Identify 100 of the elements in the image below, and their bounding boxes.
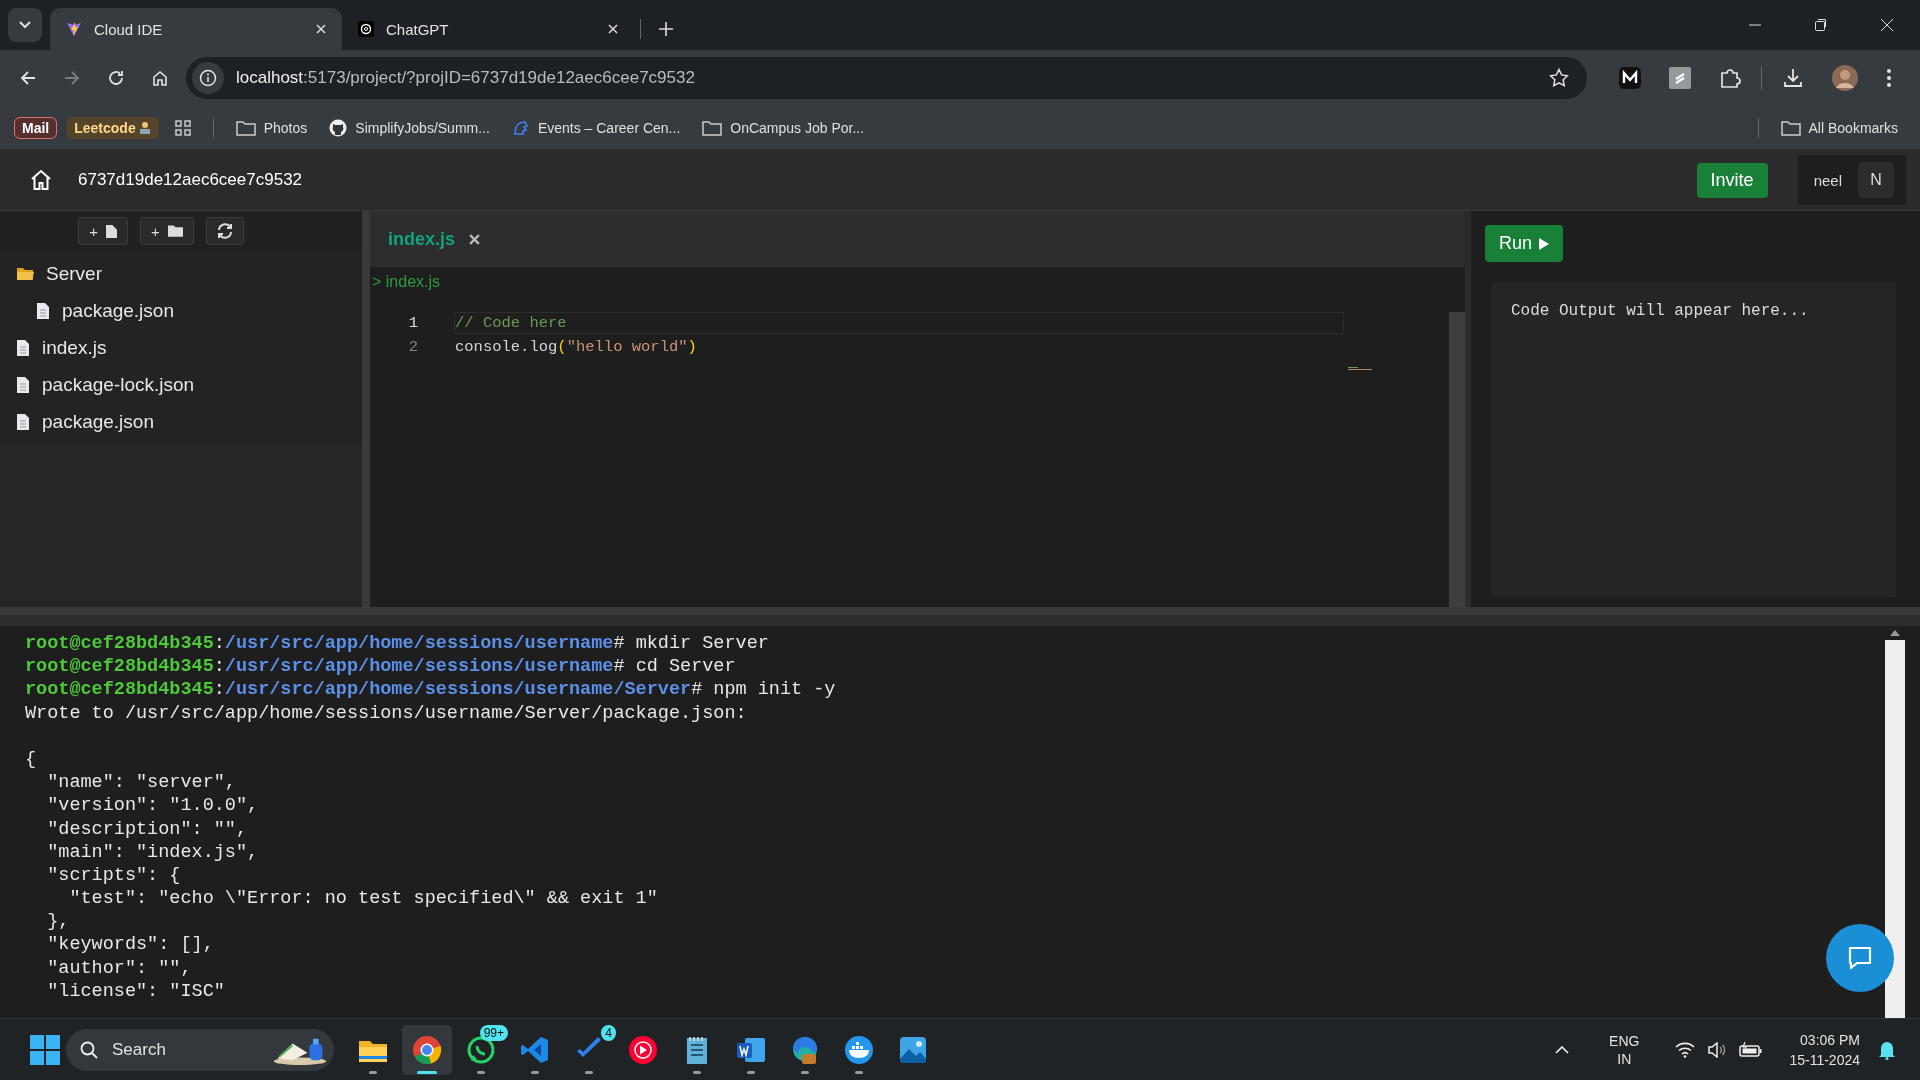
whale-icon[interactable] bbox=[843, 1033, 875, 1066]
bookmark-chip[interactable]: Mail bbox=[14, 116, 58, 139]
close-icon[interactable] bbox=[469, 233, 481, 245]
extension-icon[interactable] bbox=[1619, 67, 1641, 89]
folder-icon bbox=[167, 225, 183, 237]
terminal-line: root@cef28bd4b345:/usr/src/app/home/sessions/username# cd Server bbox=[25, 655, 736, 679]
new-file-button[interactable]: + bbox=[78, 217, 128, 245]
file-tree-item[interactable]: package.json bbox=[0, 292, 362, 329]
editor-tab[interactable]: index.js bbox=[388, 228, 481, 250]
file-icon bbox=[16, 338, 30, 357]
taskbar-app-button[interactable]: 99+ bbox=[456, 1024, 506, 1075]
speaker-icon[interactable] bbox=[1707, 1041, 1728, 1058]
browser-tab[interactable]: ChatGPT bbox=[342, 8, 634, 50]
home-icon[interactable] bbox=[152, 70, 168, 86]
scroll-up-icon[interactable] bbox=[1890, 630, 1900, 636]
terminal-line: root@cef28bd4b345:/usr/src/app/home/sessions/username/Server# npm init -y bbox=[25, 678, 836, 702]
helmet-icon bbox=[511, 118, 530, 137]
lightning-bolt-icon bbox=[66, 21, 82, 37]
terminal-line: "version": "1.0.0", bbox=[46, 794, 259, 818]
file-icon bbox=[16, 375, 30, 394]
browser-tab[interactable]: Cloud IDE bbox=[50, 8, 342, 50]
reload-icon[interactable] bbox=[108, 70, 124, 86]
scrollbar-thumb[interactable] bbox=[1885, 640, 1905, 1018]
tab-title: ChatGPT bbox=[386, 20, 450, 38]
restore-icon[interactable] bbox=[1815, 19, 1827, 31]
close-icon[interactable] bbox=[608, 24, 618, 34]
terminal-line: "license": "ISC" bbox=[46, 979, 225, 1003]
terminal-line: "description": "", bbox=[46, 817, 248, 841]
file-tree-item[interactable]: package-lock.json bbox=[0, 366, 362, 403]
back-icon[interactable] bbox=[20, 70, 36, 86]
project-id: 6737d19de12aec6cee7c9532 bbox=[78, 170, 303, 190]
knot-icon bbox=[358, 21, 374, 37]
taskbar-app-button[interactable] bbox=[402, 1024, 452, 1075]
wifi-icon[interactable] bbox=[1675, 1041, 1696, 1058]
more-icon[interactable] bbox=[1886, 68, 1892, 88]
new-tab-icon[interactable] bbox=[659, 22, 673, 36]
refresh-icon bbox=[216, 223, 233, 239]
minimap-drawing bbox=[1348, 367, 1372, 371]
notification-badge: 99+ bbox=[479, 1024, 508, 1041]
code-line: console.log("hello world") bbox=[454, 337, 698, 358]
folder-icon bbox=[235, 119, 256, 136]
chat-icon bbox=[1847, 946, 1873, 970]
terminal-line: "author": "", bbox=[46, 956, 192, 980]
person-at-laptop-icon bbox=[137, 120, 152, 135]
play-circle-icon[interactable] bbox=[627, 1033, 659, 1066]
bookmark[interactable]: Photos bbox=[229, 119, 314, 136]
terminal-line: "scripts": { bbox=[46, 863, 181, 888]
terminal-line: "test": "echo \"Error: no test specified\" && exit 1" bbox=[68, 887, 658, 911]
avatar-icon[interactable] bbox=[1832, 65, 1858, 91]
breadcrumb: > index.js bbox=[371, 272, 442, 292]
bookmark[interactable]: SimplifyJobs/Summ... bbox=[323, 118, 496, 137]
folder-icon bbox=[702, 119, 723, 136]
chevron-up-icon[interactable] bbox=[1555, 1045, 1570, 1054]
download-icon[interactable] bbox=[1782, 67, 1804, 89]
refresh-button[interactable] bbox=[205, 217, 244, 245]
bell-icon[interactable] bbox=[1878, 1039, 1896, 1060]
notification-badge: 4 bbox=[601, 1024, 616, 1041]
file-icon bbox=[36, 301, 50, 320]
run-button[interactable]: Run bbox=[1485, 225, 1564, 262]
folder-icon bbox=[16, 266, 34, 281]
taskbar-app-button[interactable]: 4 bbox=[564, 1024, 614, 1075]
cat-silhouette-icon bbox=[329, 118, 348, 137]
taskbar-search[interactable]: Search bbox=[66, 1028, 334, 1071]
puzzle-icon[interactable] bbox=[1719, 67, 1741, 89]
address-bar[interactable]: localhost:5173/project/?projID=6737d19de12aec6cee7c9532 bbox=[186, 57, 1587, 99]
invite-button[interactable]: Invite bbox=[1696, 162, 1768, 198]
new-folder-button[interactable]: + bbox=[140, 217, 194, 245]
language-indicator[interactable]: ENG IN bbox=[1609, 1031, 1640, 1068]
grid-icon[interactable] bbox=[174, 119, 191, 136]
bookmark[interactable]: OnCampus Job Por... bbox=[696, 119, 871, 136]
file-tree-item[interactable]: package.json bbox=[0, 403, 362, 440]
line-number: 1 bbox=[407, 314, 419, 332]
play-icon bbox=[1539, 237, 1550, 250]
close-icon[interactable] bbox=[1881, 19, 1893, 31]
terminal-line: Wrote to /usr/src/app/home/sessions/username/Server/package.json: bbox=[25, 701, 747, 725]
tab-list-button[interactable] bbox=[8, 8, 42, 42]
output-field: Code Output will appear here... bbox=[1491, 282, 1896, 597]
folder-icon bbox=[1780, 119, 1801, 136]
terminal-line: }, bbox=[46, 910, 70, 934]
search-icon bbox=[80, 1040, 98, 1059]
all-bookmarks-button[interactable]: All Bookmarks bbox=[1774, 119, 1904, 136]
star-icon[interactable] bbox=[1549, 68, 1569, 88]
file-icon bbox=[106, 224, 117, 238]
chevron-down-icon bbox=[19, 21, 31, 29]
terminal-line: "name": "server", bbox=[46, 771, 236, 795]
terminal-line: root@cef28bd4b345:/usr/src/app/home/sessions/username# mkdir Server bbox=[25, 632, 769, 656]
windows-start-icon[interactable] bbox=[30, 1034, 60, 1065]
clock[interactable]: 03:06 PM 15-11-2024 bbox=[1789, 1029, 1860, 1070]
info-icon[interactable] bbox=[199, 69, 217, 87]
battery-charging-icon[interactable] bbox=[1739, 1041, 1764, 1058]
user-name: neel bbox=[1813, 171, 1842, 189]
file-tree-item[interactable]: index.js bbox=[0, 329, 362, 366]
chrome-icon[interactable] bbox=[411, 1033, 443, 1066]
forward-icon[interactable] bbox=[64, 70, 80, 86]
bookmark-chip[interactable]: Leetcode bbox=[67, 116, 159, 139]
scrollbar[interactable] bbox=[1449, 312, 1465, 607]
file-tree-item[interactable]: Server bbox=[0, 255, 362, 292]
user-avatar[interactable]: N bbox=[1858, 162, 1894, 198]
bookmark[interactable]: Events – Career Cen... bbox=[505, 118, 687, 137]
close-icon[interactable] bbox=[316, 24, 326, 34]
